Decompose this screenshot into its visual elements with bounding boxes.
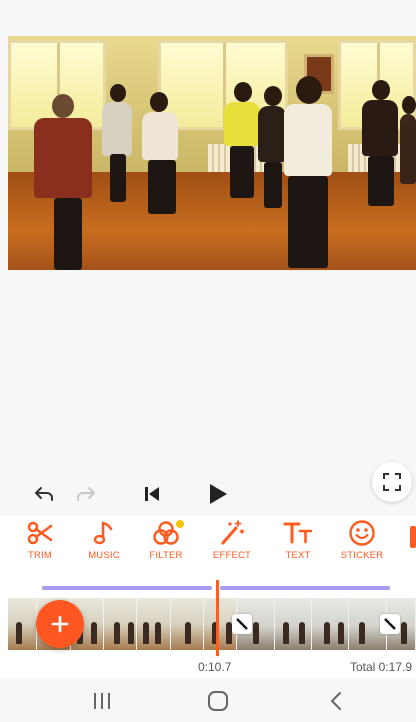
video-preview[interactable]: [8, 36, 416, 270]
add-clip-button[interactable]: [36, 600, 84, 648]
edit-toolbar: TRIM MUSIC FILTER EFFECT TEXT STICKER: [0, 516, 416, 574]
tool-filter[interactable]: FILTER: [134, 516, 198, 574]
fullscreen-icon: [383, 473, 401, 491]
clip-thumbnail: [8, 598, 38, 650]
scissors-icon: [27, 516, 53, 550]
clip-thumbnail: [274, 598, 313, 650]
tool-sticker[interactable]: STICKER: [330, 516, 394, 574]
timeline[interactable]: 0:10.7 Total 0:17.9: [0, 574, 416, 678]
clip-thumbnail: [170, 598, 205, 650]
redo-arrow-icon[interactable]: [72, 480, 100, 508]
playhead[interactable]: [216, 580, 219, 656]
clip-thumbnail: [312, 598, 350, 650]
undo-arrow-icon[interactable]: [30, 480, 58, 508]
filter-circles-icon: [152, 516, 184, 550]
more-tools-peek: [410, 526, 416, 548]
smiley-icon: [348, 516, 376, 550]
current-time: 0:10.7: [198, 660, 232, 674]
status-bar: [0, 0, 416, 36]
playback-controls: [0, 460, 416, 520]
tool-label: EFFECT: [212, 550, 252, 561]
fullscreen-button[interactable]: [372, 462, 412, 502]
audio-track[interactable]: [42, 586, 212, 590]
transition-button[interactable]: [380, 614, 400, 634]
tool-label: MUSIC: [88, 550, 120, 561]
magic-wand-icon: [218, 516, 246, 550]
transition-icon: [236, 618, 248, 630]
tool-trim[interactable]: TRIM: [8, 516, 72, 574]
new-badge: [176, 520, 184, 528]
clip-thumbnail: [104, 598, 138, 650]
total-duration: Total 0:17.9: [349, 660, 412, 674]
recents-icon[interactable]: [88, 688, 116, 714]
plus-icon: [51, 615, 69, 633]
transition-button[interactable]: [232, 614, 252, 634]
tool-text[interactable]: TEXT: [266, 516, 330, 574]
tool-label: STICKER: [340, 550, 384, 561]
home-icon[interactable]: [204, 688, 232, 714]
system-navigation-bar: [0, 680, 416, 722]
tool-music[interactable]: MUSIC: [72, 516, 136, 574]
skip-to-start-icon[interactable]: [138, 480, 166, 508]
tool-label: TEXT: [285, 550, 311, 561]
tool-label: FILTER: [149, 550, 183, 561]
tool-effect[interactable]: EFFECT: [200, 516, 264, 574]
music-note-icon: [93, 516, 115, 550]
tool-label: TRIM: [27, 550, 53, 561]
clip-thumbnail: [137, 598, 171, 650]
back-icon[interactable]: [322, 688, 350, 714]
text-icon: [283, 516, 313, 550]
audio-track[interactable]: [220, 586, 390, 590]
transition-icon: [384, 618, 396, 630]
play-icon[interactable]: [202, 478, 234, 510]
